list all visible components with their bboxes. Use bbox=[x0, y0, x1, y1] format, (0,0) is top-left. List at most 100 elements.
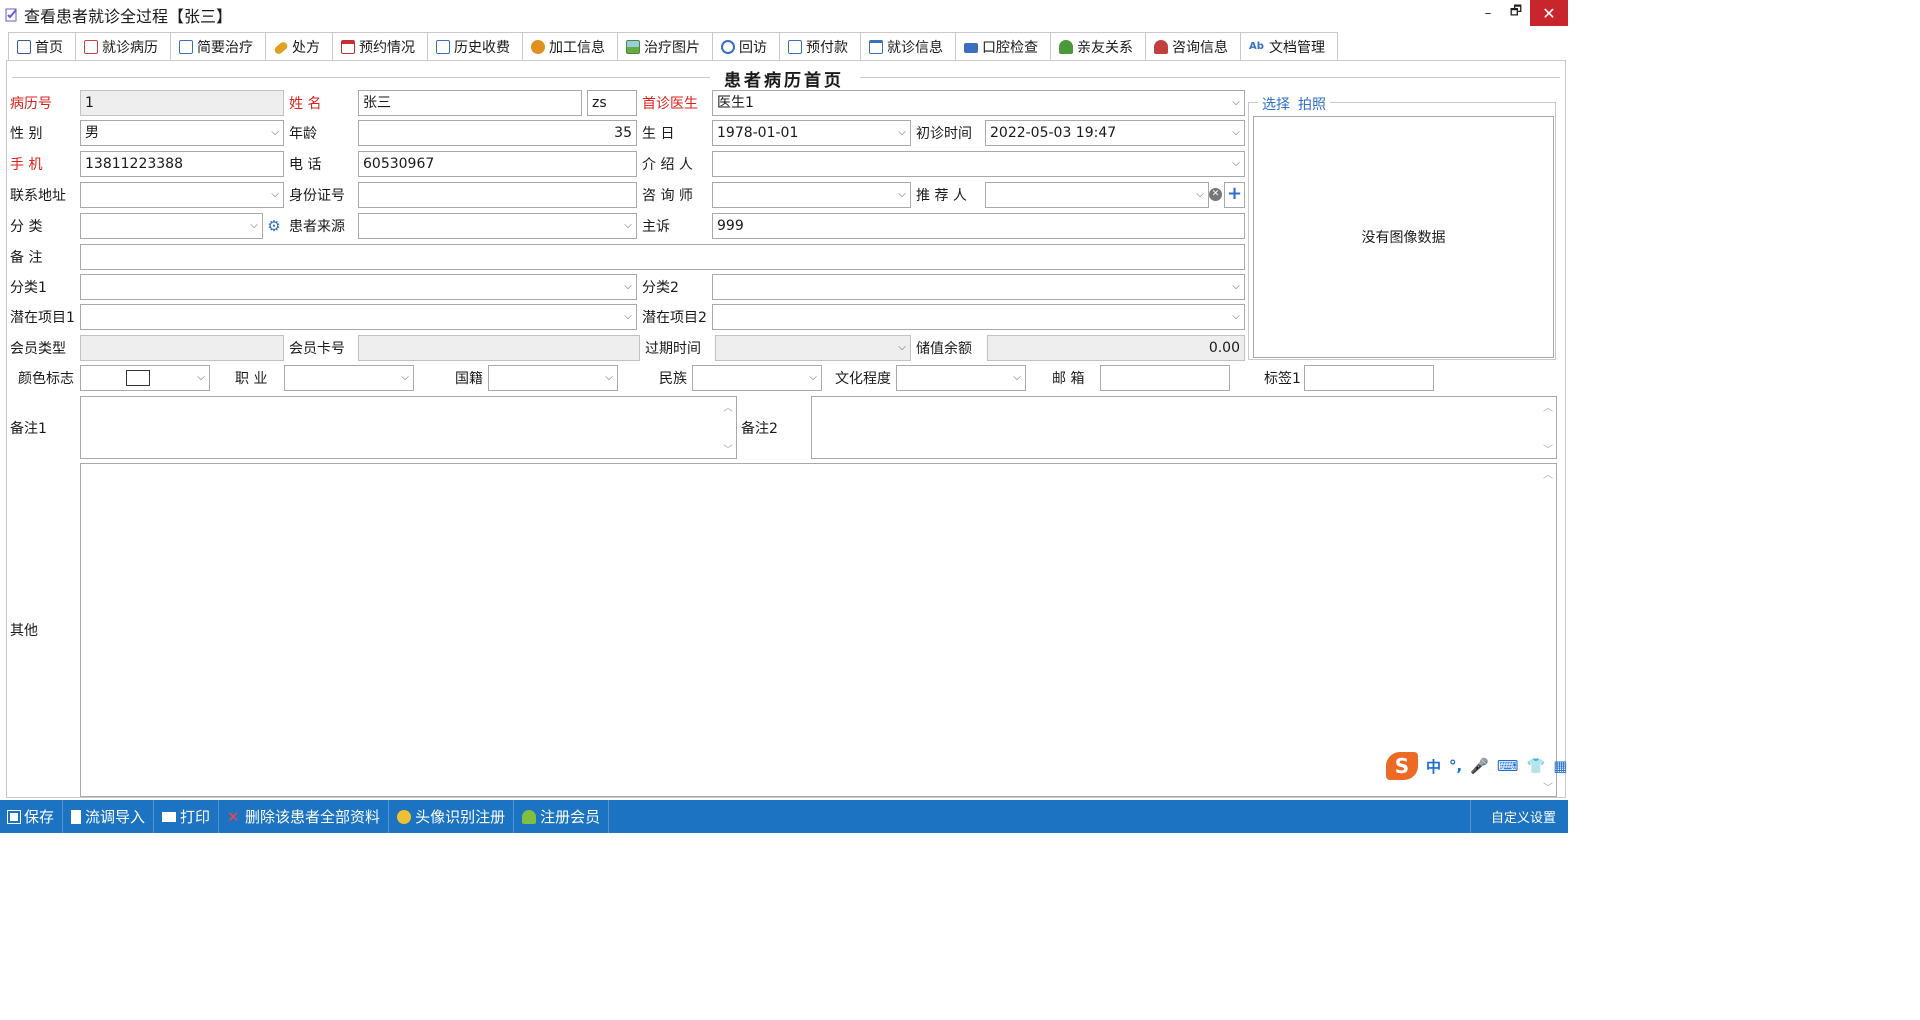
ime-mode-icon[interactable]: 中 bbox=[1426, 756, 1441, 777]
address-select[interactable]: ⌵ bbox=[80, 182, 284, 208]
birthday-picker[interactable]: 1978-01-01 ⌵ bbox=[712, 120, 911, 146]
remark2-textarea[interactable]: ︿ ﹀ bbox=[811, 396, 1557, 459]
ime-punctuation-icon[interactable]: °, bbox=[1449, 757, 1462, 775]
restore-button[interactable]: 🗗 bbox=[1502, 0, 1530, 26]
other-scrollbar[interactable]: ︿ ﹀ bbox=[1540, 464, 1556, 796]
email-field[interactable] bbox=[1100, 365, 1230, 391]
tab-relatives[interactable]: 亲友关系 bbox=[1050, 32, 1146, 61]
import-button[interactable]: 流调导入 bbox=[63, 800, 155, 833]
minimize-button[interactable]: – bbox=[1474, 0, 1502, 26]
ethnicity-select[interactable]: ⌵ bbox=[692, 365, 822, 391]
mobile-field[interactable]: 13811223388 bbox=[80, 151, 284, 177]
occupation-select[interactable]: ⌵ bbox=[284, 365, 414, 391]
first-visit-picker[interactable]: 2022-05-03 19:47 ⌵ bbox=[985, 120, 1245, 146]
chevron-down-icon[interactable]: ⌵ bbox=[1228, 91, 1244, 115]
source-label: 患者来源 bbox=[289, 219, 345, 235]
record-no-field[interactable]: 1 bbox=[80, 90, 284, 116]
tab-prepayment[interactable]: 预付款 bbox=[779, 32, 861, 61]
tab-visit-record[interactable]: 就诊病历 bbox=[75, 32, 171, 61]
tab-brief-treatment[interactable]: 简要治疗 bbox=[170, 32, 266, 61]
chevron-down-icon[interactable]: ⌵ bbox=[1228, 152, 1244, 176]
chevron-down-icon[interactable]: ⌵ bbox=[1192, 183, 1208, 207]
age-field[interactable]: 35 bbox=[358, 120, 637, 146]
chevron-down-icon[interactable]: ⌵ bbox=[601, 366, 617, 390]
nationality-select[interactable]: ⌵ bbox=[488, 365, 618, 391]
chevron-down-icon[interactable]: ⌵ bbox=[193, 366, 209, 390]
expire-time-picker[interactable]: ⌵ bbox=[715, 335, 911, 361]
education-select[interactable]: ⌵ bbox=[896, 365, 1026, 391]
register-member-button[interactable]: 注册会员 bbox=[514, 800, 610, 833]
remark1-scrollbar[interactable]: ︿ ﹀ bbox=[720, 397, 736, 458]
print-button[interactable]: 打印 bbox=[154, 800, 220, 833]
ime-skin-icon[interactable]: 👕 bbox=[1527, 757, 1546, 775]
category1-select[interactable]: ⌵ bbox=[80, 274, 637, 300]
pill-icon bbox=[273, 40, 289, 56]
clear-icon[interactable]: ✕ bbox=[1209, 188, 1222, 201]
referrer-select[interactable]: ⌵ bbox=[985, 182, 1209, 208]
chevron-down-icon[interactable]: ⌵ bbox=[894, 121, 910, 145]
category2-select[interactable]: ⌵ bbox=[712, 274, 1245, 300]
custom-settings-button[interactable]: 自定义设置 bbox=[1469, 800, 1562, 833]
tab-processing[interactable]: 加工信息 bbox=[522, 32, 618, 61]
chevron-down-icon[interactable]: ⌵ bbox=[1009, 366, 1025, 390]
save-button[interactable]: 保存 bbox=[0, 800, 64, 833]
chevron-down-icon[interactable]: ⌵ bbox=[397, 366, 413, 390]
tab-visit-info[interactable]: 就诊信息 bbox=[860, 32, 956, 61]
ime-menu-icon[interactable]: ▦ bbox=[1553, 757, 1567, 775]
chevron-down-icon[interactable]: ⌵ bbox=[620, 275, 636, 299]
tab-oral-exam[interactable]: 口腔检查 bbox=[955, 32, 1051, 61]
potential2-select[interactable]: ⌵ bbox=[712, 304, 1245, 330]
take-photo-link[interactable]: 拍照 bbox=[1298, 94, 1326, 114]
tab-appointment[interactable]: 预约情况 bbox=[332, 32, 428, 61]
other-textarea[interactable]: ︿ ﹀ bbox=[80, 463, 1557, 797]
chevron-down-icon[interactable]: ⌵ bbox=[805, 366, 821, 390]
close-button[interactable]: ✕ bbox=[1530, 0, 1568, 26]
chevron-down-icon[interactable]: ⌵ bbox=[246, 214, 262, 238]
remark2-scrollbar[interactable]: ︿ ﹀ bbox=[1540, 397, 1556, 458]
chevron-down-icon[interactable]: ⌵ bbox=[620, 305, 636, 329]
phone-field[interactable]: 60530967 bbox=[358, 151, 637, 177]
remark-field[interactable] bbox=[80, 244, 1245, 270]
potential1-select[interactable]: ⌵ bbox=[80, 304, 637, 330]
color-flag-select[interactable]: ⌵ bbox=[80, 365, 210, 391]
tab-home[interactable]: 首页 bbox=[8, 32, 76, 62]
name-pinyin-field[interactable]: zs bbox=[587, 90, 637, 116]
chevron-down-icon[interactable]: ⌵ bbox=[620, 214, 636, 238]
complaint-field[interactable]: 999 bbox=[712, 213, 1245, 239]
delete-all-button[interactable]: ✕ 删除该患者全部资料 bbox=[219, 800, 390, 833]
remark1-textarea[interactable]: ︿ ﹀ bbox=[80, 396, 737, 459]
id-card-field[interactable] bbox=[358, 182, 637, 208]
tab-prescription[interactable]: 处方 bbox=[265, 32, 333, 61]
chevron-down-icon[interactable]: ⌵ bbox=[1228, 305, 1244, 329]
bill-icon bbox=[436, 39, 450, 54]
select-photo-link[interactable]: 选择 bbox=[1262, 94, 1290, 114]
member-type-field[interactable] bbox=[80, 335, 284, 361]
chevron-down-icon[interactable]: ⌵ bbox=[1228, 275, 1244, 299]
ime-logo-icon[interactable]: S bbox=[1386, 752, 1418, 780]
ime-voice-icon[interactable]: 🎤 bbox=[1470, 757, 1489, 775]
add-referrer-button[interactable]: + bbox=[1224, 182, 1245, 208]
gear-icon[interactable]: ⚙ bbox=[264, 215, 284, 237]
category-select[interactable]: ⌵ bbox=[80, 213, 263, 239]
tab-billing-history[interactable]: 历史收费 bbox=[427, 32, 523, 61]
gender-select[interactable]: 男 ⌵ bbox=[80, 120, 284, 146]
chevron-down-icon[interactable]: ⌵ bbox=[267, 121, 283, 145]
tab-documents[interactable]: Ab 文档管理 bbox=[1240, 32, 1338, 61]
chevron-down-icon[interactable]: ⌵ bbox=[894, 183, 910, 207]
face-register-button[interactable]: 头像识别注册 bbox=[389, 800, 515, 833]
chevron-down-icon[interactable]: ⌵ bbox=[267, 183, 283, 207]
member-card-field[interactable] bbox=[358, 335, 640, 361]
name-field[interactable]: 张三 bbox=[358, 90, 582, 116]
tag1-field[interactable] bbox=[1304, 365, 1434, 391]
tab-consult-info[interactable]: 咨询信息 bbox=[1145, 32, 1241, 61]
chevron-down-icon[interactable]: ⌵ bbox=[1228, 121, 1244, 145]
balance-field[interactable]: 0.00 bbox=[987, 335, 1245, 361]
first-doctor-select[interactable]: 医生1 ⌵ bbox=[712, 90, 1245, 116]
consultant-select[interactable]: ⌵ bbox=[712, 182, 911, 208]
tab-followup[interactable]: 回访 bbox=[712, 32, 780, 61]
ime-keyboard-icon[interactable]: ⌨ bbox=[1497, 757, 1519, 775]
tab-treatment-images[interactable]: 治疗图片 bbox=[617, 32, 713, 61]
source-select[interactable]: ⌵ bbox=[358, 213, 637, 239]
chevron-down-icon[interactable]: ⌵ bbox=[894, 336, 910, 360]
introducer-select[interactable]: ⌵ bbox=[712, 151, 1245, 177]
